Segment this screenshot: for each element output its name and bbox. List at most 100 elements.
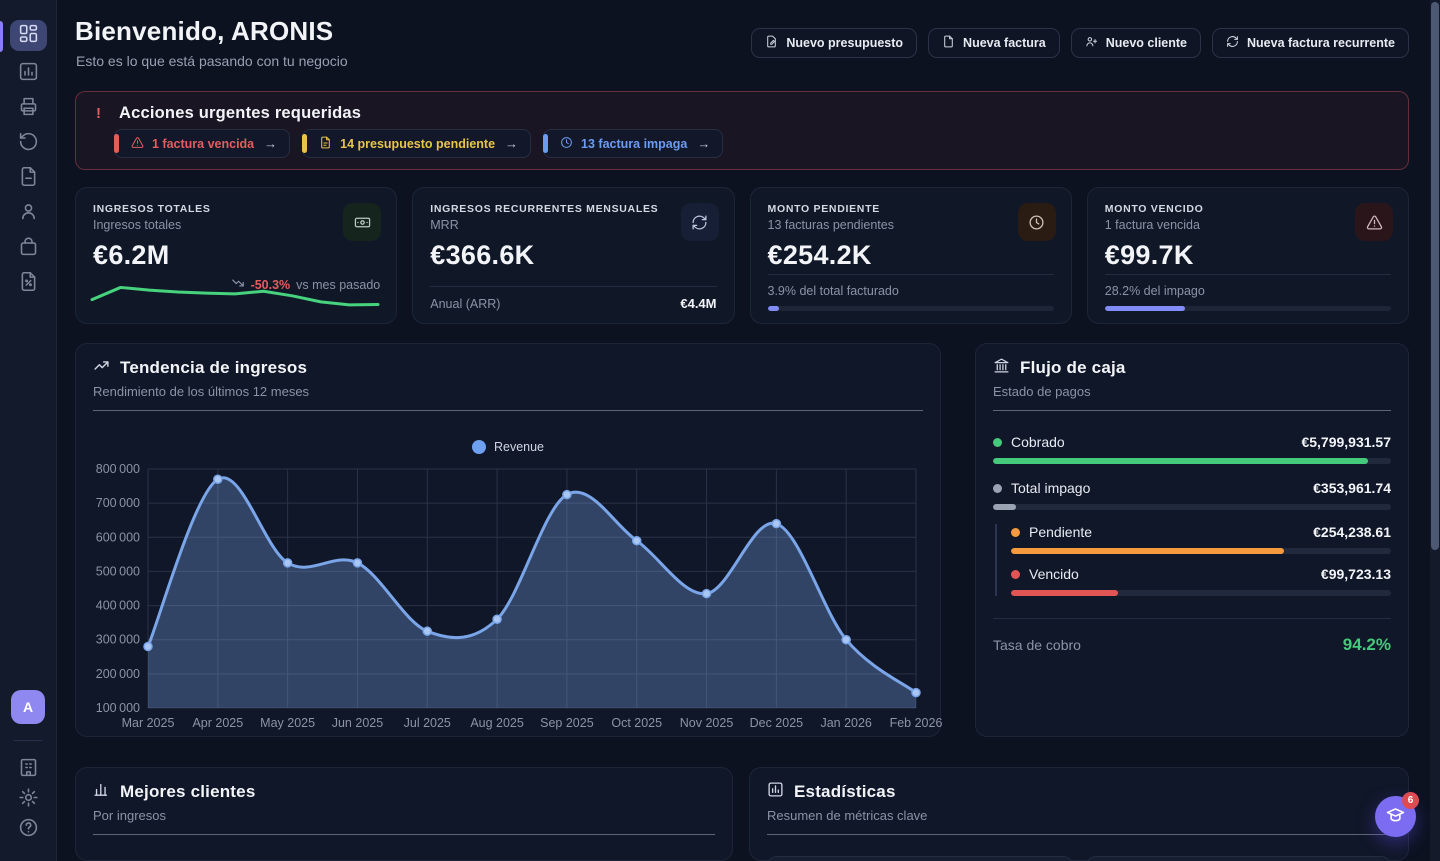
svg-text:100 000: 100 000 xyxy=(96,701,140,715)
sidebar-item-receipts[interactable] xyxy=(10,96,47,121)
svg-text:Dec 2025: Dec 2025 xyxy=(750,716,804,730)
sidebar-item-invoices[interactable] xyxy=(10,166,47,191)
file-percent-icon xyxy=(18,271,39,297)
sidebar: A xyxy=(0,0,57,861)
chip-label: 1 factura vencida xyxy=(152,137,254,151)
stat-sublabel: MRR xyxy=(430,218,716,232)
stat-label: MONTO PENDIENTE xyxy=(768,203,1054,215)
svg-text:400 000: 400 000 xyxy=(96,599,140,613)
status-dot xyxy=(1011,528,1020,537)
cash-value: €99,723.13 xyxy=(1321,566,1391,582)
banner-title: Acciones urgentes requeridas xyxy=(119,104,361,123)
sidebar-item-dashboard[interactable] xyxy=(10,20,47,51)
scrollbar-thumb[interactable] xyxy=(1431,2,1439,550)
sidebar-item-clients[interactable] xyxy=(10,201,47,226)
panel-title: Mejores clientes xyxy=(120,782,255,802)
sidebar-item-products[interactable] xyxy=(10,236,47,261)
sidebar-item-history[interactable] xyxy=(10,131,47,156)
svg-text:Aug 2025: Aug 2025 xyxy=(470,716,524,730)
metric-card xyxy=(767,856,1073,861)
svg-text:Jul 2025: Jul 2025 xyxy=(404,716,451,730)
cash-value: €353,961.74 xyxy=(1313,480,1391,496)
svg-text:Feb 2026: Feb 2026 xyxy=(890,716,942,730)
stat-value: €366.6K xyxy=(430,240,716,271)
banknote-icon xyxy=(343,203,381,241)
help-academy-fab[interactable]: 6 xyxy=(1375,796,1416,837)
scrollbar-track[interactable] xyxy=(1430,0,1440,861)
legend-label: Revenue xyxy=(494,440,544,454)
file-icon xyxy=(18,166,39,192)
chip-label: 13 factura impaga xyxy=(581,137,687,151)
svg-text:800 000: 800 000 xyxy=(96,462,140,476)
stat-value: €254.2K xyxy=(768,240,1054,271)
stat-sublabel: Ingresos totales xyxy=(93,218,379,232)
chip-accent xyxy=(302,134,307,153)
graduation-cap-icon xyxy=(1386,805,1405,829)
status-dot xyxy=(993,438,1002,447)
revenue-sparkline xyxy=(90,269,380,315)
new-invoice-button[interactable]: Nueva factura xyxy=(928,28,1060,58)
new-quote-button[interactable]: Nuevo presupuesto xyxy=(751,28,917,58)
bar-track xyxy=(993,504,1391,510)
cash-label: Total impago xyxy=(1011,480,1090,496)
panel-subtitle: Resumen de métricas clave xyxy=(767,808,1391,823)
footer-label: 3.9% del total facturado xyxy=(768,284,899,298)
user-plus-icon xyxy=(1085,35,1098,51)
legend-revenue[interactable]: Revenue xyxy=(76,440,940,454)
status-dot xyxy=(1011,570,1020,579)
cash-value: €254,238.61 xyxy=(1313,524,1391,540)
sidebar-item-settings[interactable] xyxy=(10,788,47,812)
stat-label: INGRESOS TOTALES xyxy=(93,203,379,215)
divider xyxy=(767,834,1391,835)
file-text-icon xyxy=(319,136,332,152)
arrow-right-icon: → xyxy=(505,136,518,151)
top-clients-panel: Mejores clientes Por ingresos xyxy=(75,767,733,861)
arrow-right-icon: → xyxy=(264,136,277,151)
bar-chart-icon xyxy=(93,781,110,803)
svg-text:Mar 2025: Mar 2025 xyxy=(122,716,175,730)
layout-dashboard-icon xyxy=(18,23,39,49)
pending-quotes-chip[interactable]: 14 presupuesto pendiente → xyxy=(302,129,531,158)
pending-amount-card: MONTO PENDIENTE 13 facturas pendientes €… xyxy=(750,187,1072,324)
stat-sublabel: 1 factura vencida xyxy=(1105,218,1391,232)
refresh-icon xyxy=(1226,35,1239,51)
svg-text:600 000: 600 000 xyxy=(96,530,140,544)
rotate-ccw-icon xyxy=(18,131,39,157)
cash-row-pending: Pendiente €254,238.61 xyxy=(1011,524,1391,540)
button-label: Nueva factura xyxy=(963,36,1046,50)
collection-rate-value: 94.2% xyxy=(1343,635,1391,655)
bar-track xyxy=(1011,548,1391,554)
page-subtitle: Esto es lo que está pasando con tu negoc… xyxy=(76,53,348,69)
dashboard-page: A Bienvenido, ARONIS Esto es lo que está… xyxy=(0,0,1440,861)
cash-row-overdue: Vencido €99,723.13 xyxy=(1011,566,1391,582)
button-label: Nuevo presupuesto xyxy=(786,36,903,50)
legend-dot xyxy=(472,440,486,454)
footer-label: Anual (ARR) xyxy=(430,297,500,311)
sidebar-item-help[interactable] xyxy=(10,818,47,842)
cash-label: Vencido xyxy=(1029,566,1079,582)
revenue-trend-panel: Tendencia de ingresos Rendimiento de los… xyxy=(75,343,941,737)
svg-text:May 2025: May 2025 xyxy=(260,716,315,730)
unpaid-invoices-chip[interactable]: 13 factura impaga → xyxy=(543,129,723,158)
panel-title: Flujo de caja xyxy=(1020,358,1126,378)
svg-text:300 000: 300 000 xyxy=(96,633,140,647)
page-title: Bienvenido, ARONIS xyxy=(75,16,333,47)
exclamation-icon: ! xyxy=(96,105,101,122)
chip-accent xyxy=(543,134,548,153)
clock-icon xyxy=(1018,203,1056,241)
sidebar-item-company[interactable] xyxy=(10,758,47,782)
overdue-invoice-chip[interactable]: 1 factura vencida → xyxy=(114,129,290,158)
chart-square-icon xyxy=(767,781,784,803)
sidebar-item-credit-notes[interactable] xyxy=(10,271,47,296)
stat-value: €99.7K xyxy=(1105,240,1391,271)
metric-card xyxy=(1086,856,1392,861)
notification-badge: 6 xyxy=(1402,792,1419,809)
cashflow-panel: Flujo de caja Estado de pagos Cobrado €5… xyxy=(975,343,1409,737)
sidebar-item-analytics[interactable] xyxy=(10,61,47,86)
new-recurring-invoice-button[interactable]: Nueva factura recurrente xyxy=(1212,28,1409,58)
panel-subtitle: Por ingresos xyxy=(93,808,715,823)
svg-text:Oct 2025: Oct 2025 xyxy=(611,716,662,730)
new-client-button[interactable]: Nuevo cliente xyxy=(1071,28,1201,58)
avatar[interactable]: A xyxy=(11,690,45,724)
button-label: Nuevo cliente xyxy=(1106,36,1187,50)
